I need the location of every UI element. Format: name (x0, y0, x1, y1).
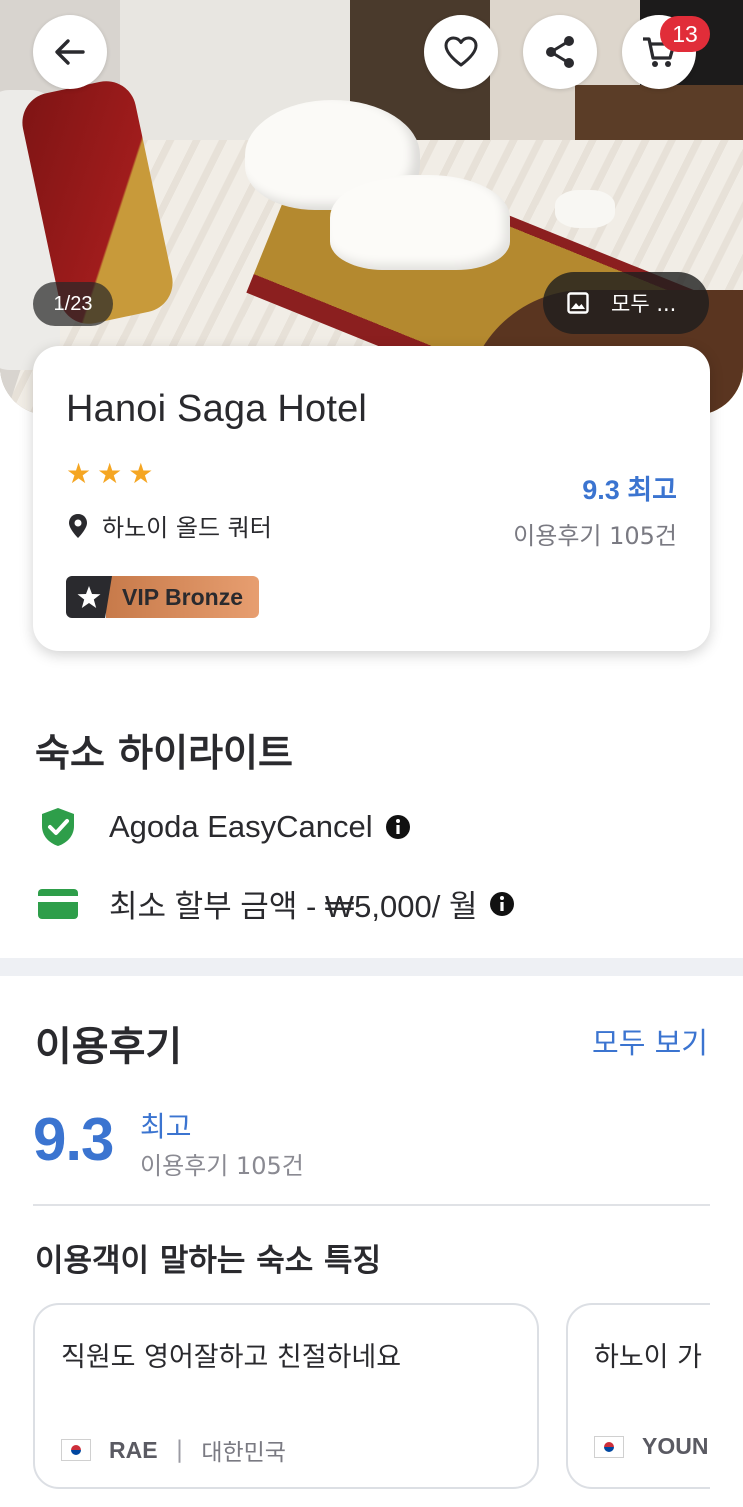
review-score-word: 최고 (140, 1110, 192, 1143)
hotel-name: Hanoi Saga Hotel (66, 388, 368, 430)
heart-icon (444, 36, 478, 67)
review-meta: RAE | 대한민국 (61, 1433, 286, 1467)
highlight-easycancel[interactable]: Agoda EasyCancel (37, 806, 411, 848)
review-score: 9.3 (33, 1106, 114, 1173)
reviewer-name: RAE (109, 1436, 158, 1463)
share-button[interactable] (523, 15, 597, 89)
review-text: 직원도 영어잘하고 친절하네요 (61, 1342, 402, 1373)
photo-towel-swan-2 (330, 175, 510, 270)
hotel-review-count[interactable]: 이용후기 105건 (513, 516, 677, 551)
photo-counter: 1/23 (33, 282, 113, 326)
view-all-photos-label: 모두 ... (611, 292, 677, 316)
vip-badge: VIP Bronze (66, 576, 259, 618)
reviews-title: 이용후기 (35, 1024, 183, 1070)
reviewer-name: YOUN (642, 1433, 709, 1459)
share-icon (546, 36, 574, 68)
review-meta: YOUN (594, 1433, 708, 1460)
star-icon: ★ (97, 457, 123, 490)
location-pin-icon (69, 513, 87, 538)
back-button[interactable] (33, 15, 107, 89)
star-icon: ★ (128, 457, 154, 490)
vip-star-icon (66, 576, 112, 618)
highlight-installment[interactable]: 최소 할부 금액 - ₩5,000/ 월 (37, 881, 515, 926)
cart-count-badge: 13 (660, 16, 710, 52)
info-icon[interactable] (489, 891, 515, 917)
photo-towel-small (555, 190, 615, 228)
highlight-easycancel-label: Agoda EasyCancel (109, 809, 373, 844)
review-card[interactable]: 하노이 가 YOUN (566, 1303, 710, 1489)
review-text: 하노이 가 (594, 1342, 702, 1373)
star-icon: ★ (66, 457, 92, 490)
guest-features-title: 이용객이 말하는 숙소 특징 (35, 1243, 382, 1279)
hotel-summary-card: Hanoi Saga Hotel ★ ★ ★ 하노이 올드 쿼터 9.3 최고 … (33, 346, 710, 651)
korea-flag-icon (61, 1439, 91, 1461)
hotel-score[interactable]: 9.3 최고 (582, 468, 677, 507)
section-divider (0, 958, 743, 976)
review-carousel[interactable]: 직원도 영어잘하고 친절하네요 RAE | 대한민국 하노이 가 YOUN (33, 1303, 710, 1493)
back-arrow-icon (55, 39, 85, 65)
meta-separator: | (175, 1437, 184, 1463)
shield-check-icon (37, 806, 79, 848)
hotel-location[interactable]: 하노이 올드 쿼터 (66, 508, 272, 543)
hotel-location-label: 하노이 올드 쿼터 (102, 514, 272, 542)
vip-label: VIP Bronze (106, 576, 259, 618)
see-all-reviews-link[interactable]: 모두 보기 (592, 1020, 708, 1062)
highlight-installment-label: 최소 할부 금액 - ₩5,000/ 월 (109, 889, 478, 924)
image-icon (567, 292, 589, 314)
view-all-photos-button[interactable]: 모두 ... (543, 272, 709, 334)
star-rating: ★ ★ ★ (66, 460, 153, 488)
highlights-title: 숙소 하이라이트 (35, 731, 293, 775)
reviewer-country: 대한민국 (201, 1440, 286, 1466)
divider (33, 1204, 710, 1206)
review-count: 이용후기 105건 (140, 1152, 304, 1180)
favorite-button[interactable] (424, 15, 498, 89)
korea-flag-icon (594, 1435, 624, 1458)
info-icon[interactable] (385, 814, 411, 840)
credit-card-icon (37, 883, 79, 925)
review-card[interactable]: 직원도 영어잘하고 친절하네요 RAE | 대한민국 (33, 1303, 539, 1489)
